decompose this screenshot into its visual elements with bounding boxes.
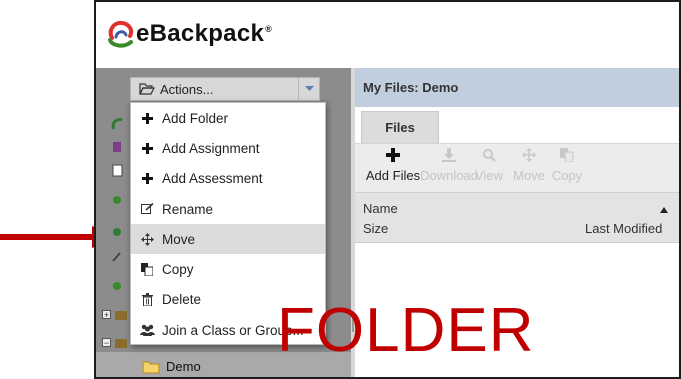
page-title: My Files: Demo [355, 68, 679, 107]
menu-item-label: Copy [162, 262, 194, 278]
tree-folder-icon [115, 311, 127, 320]
tree-expand-toggle[interactable]: + [102, 310, 111, 320]
tree-group-icon [113, 196, 121, 204]
menu-item-label: Move [162, 231, 196, 247]
move-icon [139, 232, 155, 246]
tree-calendar-icon [112, 164, 123, 177]
menu-item-rename[interactable]: Rename [131, 194, 325, 224]
tree-item-label: Demo [166, 359, 201, 374]
tree-assignment-icon [113, 142, 121, 152]
view-label: View [475, 168, 503, 183]
menu-item-add-assessment[interactable]: Add Assessment [131, 164, 325, 194]
actions-caret[interactable] [298, 78, 319, 100]
column-name[interactable]: Name [363, 201, 398, 216]
menu-item-copy[interactable]: Copy [131, 254, 325, 284]
file-list-header: Name Size Last Modified [355, 193, 679, 243]
group-icon [139, 324, 155, 337]
copy-button[interactable]: Copy [545, 148, 589, 190]
file-toolbar: Add Files Download View Move Copy [355, 143, 679, 193]
menu-item-move[interactable]: Move [131, 224, 325, 255]
tree-folder-icon [115, 339, 127, 348]
tab-bar: Files [355, 107, 679, 143]
app-header: eBackpack® [96, 2, 679, 68]
menu-item-label: Rename [162, 201, 214, 217]
move-icon [522, 148, 536, 165]
sort-ascending-icon[interactable] [660, 201, 668, 216]
tree-green-icon [113, 228, 121, 236]
menu-item-label: Add Assignment [162, 140, 260, 156]
move-label: Move [513, 168, 545, 183]
actions-dropdown[interactable]: Actions... [130, 77, 320, 101]
chevron-down-icon [304, 86, 314, 91]
app-logo[interactable]: eBackpack® [106, 20, 272, 48]
view-button[interactable]: View [467, 148, 511, 190]
column-last-modified[interactable]: Last Modified [585, 221, 662, 236]
backpack-logo-icon [108, 20, 134, 48]
copy-icon [139, 263, 155, 277]
search-icon [482, 148, 496, 165]
tree-green-icon [111, 118, 123, 130]
tree-group-icon [113, 282, 121, 290]
app-logo-text: eBackpack® [136, 20, 273, 47]
tab-files[interactable]: Files [361, 111, 439, 143]
menu-item-label: Add Assessment [162, 171, 263, 187]
menu-item-add-folder[interactable]: Add Folder [131, 103, 325, 133]
edit-icon [139, 203, 155, 215]
actions-button[interactable]: Actions... [131, 78, 298, 100]
column-size[interactable]: Size [363, 221, 388, 236]
menu-item-label: Add Folder [162, 110, 229, 126]
copy-label: Copy [551, 168, 583, 183]
copy-icon [560, 148, 574, 165]
download-icon [442, 148, 456, 165]
plus-icon [139, 142, 155, 154]
menu-item-add-assignment[interactable]: Add Assignment [131, 133, 325, 163]
folder-open-icon [139, 83, 155, 95]
actions-label: Actions... [160, 81, 214, 97]
menu-item-label: Delete [162, 292, 202, 308]
folder-icon [142, 361, 160, 373]
add-files-button[interactable]: Add Files [363, 148, 423, 190]
tree-link-icon [112, 252, 121, 262]
plus-icon [139, 112, 155, 124]
plus-icon [386, 148, 400, 165]
add-files-label: Add Files [365, 168, 421, 183]
plus-icon [139, 173, 155, 185]
annotation-caption: FOLDER [277, 296, 535, 365]
trash-icon [139, 293, 155, 307]
tree-collapse-toggle[interactable]: − [102, 338, 111, 348]
